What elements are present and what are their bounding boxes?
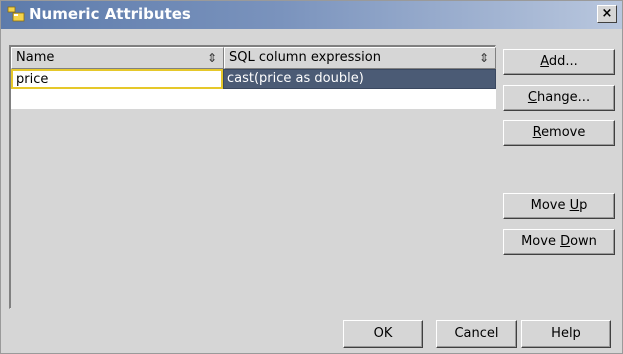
table-header: Name ⇕ SQL column expression ⇕ xyxy=(11,47,496,69)
mnemonic-letter: C xyxy=(527,90,537,105)
button-label: dd... xyxy=(548,54,578,69)
dialog-title: Numeric Attributes xyxy=(29,5,191,23)
ok-button[interactable]: OK xyxy=(343,320,423,348)
close-button[interactable]: × xyxy=(597,5,617,23)
mnemonic-letter: U xyxy=(569,198,580,213)
button-label: hange... xyxy=(536,90,591,105)
cell-name[interactable]: price xyxy=(11,69,223,89)
column-header-label: SQL column expression xyxy=(229,50,381,65)
add-button[interactable]: Add... xyxy=(503,49,615,75)
change-button[interactable]: Change... xyxy=(503,85,615,111)
move-down-button[interactable]: Move Down xyxy=(503,229,615,255)
cell-sql-expression[interactable]: cast(price as double) xyxy=(223,69,496,89)
button-label: emove xyxy=(541,125,586,140)
column-header-sql-expression[interactable]: SQL column expression ⇕ xyxy=(224,47,496,69)
column-header-name[interactable]: Name ⇕ xyxy=(11,47,224,69)
attributes-folder-icon xyxy=(7,6,25,22)
button-label: Move xyxy=(530,198,570,213)
mnemonic-letter: R xyxy=(532,125,542,140)
table-body[interactable]: price cast(price as double) xyxy=(11,69,496,309)
table-empty-row xyxy=(11,89,496,109)
sort-icon: ⇕ xyxy=(478,51,489,65)
sort-icon: ⇕ xyxy=(206,51,217,65)
move-up-button[interactable]: Move Up xyxy=(503,193,615,219)
table-row[interactable]: price cast(price as double) xyxy=(11,69,496,89)
numeric-attributes-dialog: Numeric Attributes × Name ⇕ SQL column e… xyxy=(0,0,623,354)
remove-button[interactable]: Remove xyxy=(503,120,615,146)
title-bar[interactable]: Numeric Attributes × xyxy=(1,1,622,29)
column-header-label: Name xyxy=(16,50,55,65)
cancel-button[interactable]: Cancel xyxy=(436,320,517,348)
close-icon: × xyxy=(601,6,613,21)
button-label: own xyxy=(570,234,597,249)
attributes-table[interactable]: Name ⇕ SQL column expression ⇕ price cas… xyxy=(9,45,496,309)
help-button[interactable]: Help xyxy=(521,320,611,348)
button-label: Move xyxy=(521,234,561,249)
button-label: p xyxy=(579,198,588,213)
mnemonic-letter: A xyxy=(540,54,549,69)
mnemonic-letter: D xyxy=(560,234,571,249)
